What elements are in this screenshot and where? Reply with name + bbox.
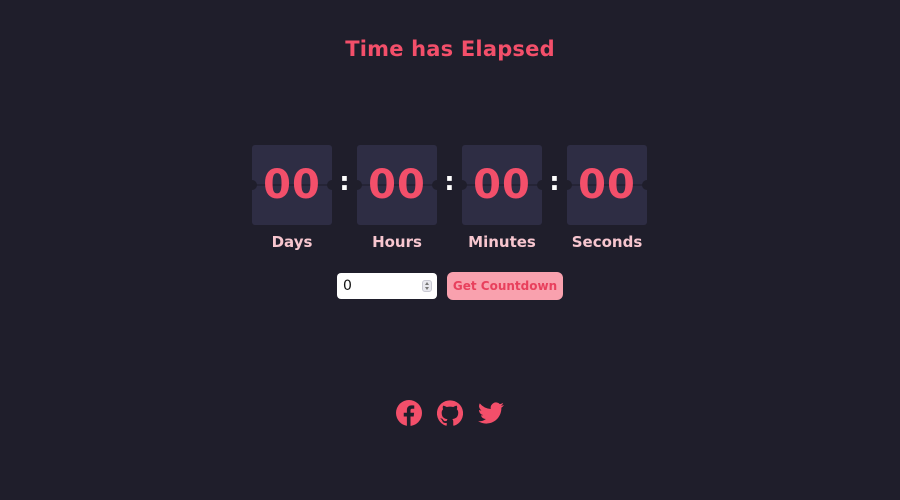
days-unit: 00 Days [252, 145, 332, 251]
hours-card: 00 [357, 145, 437, 225]
seconds-value: 00 [578, 162, 636, 208]
days-value: 00 [263, 162, 321, 208]
get-countdown-button[interactable]: Get Countdown [447, 272, 563, 300]
github-icon [437, 400, 463, 426]
facebook-link[interactable] [396, 400, 422, 426]
twitter-link[interactable] [478, 400, 504, 426]
countdown-controls: Get Countdown [337, 272, 563, 300]
seconds-label: Seconds [571, 233, 643, 251]
stepper-up-icon[interactable] [425, 282, 429, 285]
hours-unit: 00 Hours [357, 145, 437, 251]
minutes-label: Minutes [468, 233, 536, 251]
time-separator: : [549, 167, 560, 197]
days-card: 00 [252, 145, 332, 225]
minutes-card: 00 [462, 145, 542, 225]
countdown-timer: 00 Days : 00 Hours : 00 Minutes : 00 Sec… [252, 145, 648, 255]
github-link[interactable] [437, 400, 463, 426]
minutes-value: 00 [473, 162, 531, 208]
seconds-unit: 00 Seconds [567, 145, 647, 251]
hours-value: 00 [368, 162, 426, 208]
page-title: Time has Elapsed [345, 37, 555, 62]
minutes-unit: 00 Minutes [462, 145, 542, 251]
twitter-icon [478, 402, 504, 424]
facebook-icon [396, 400, 422, 426]
number-stepper[interactable] [422, 280, 432, 292]
hours-label: Hours [372, 233, 422, 251]
stepper-down-icon[interactable] [425, 287, 429, 290]
days-label: Days [271, 233, 313, 251]
time-separator: : [339, 167, 350, 197]
time-separator: : [444, 167, 455, 197]
seconds-card: 00 [567, 145, 647, 225]
social-links [396, 400, 504, 426]
